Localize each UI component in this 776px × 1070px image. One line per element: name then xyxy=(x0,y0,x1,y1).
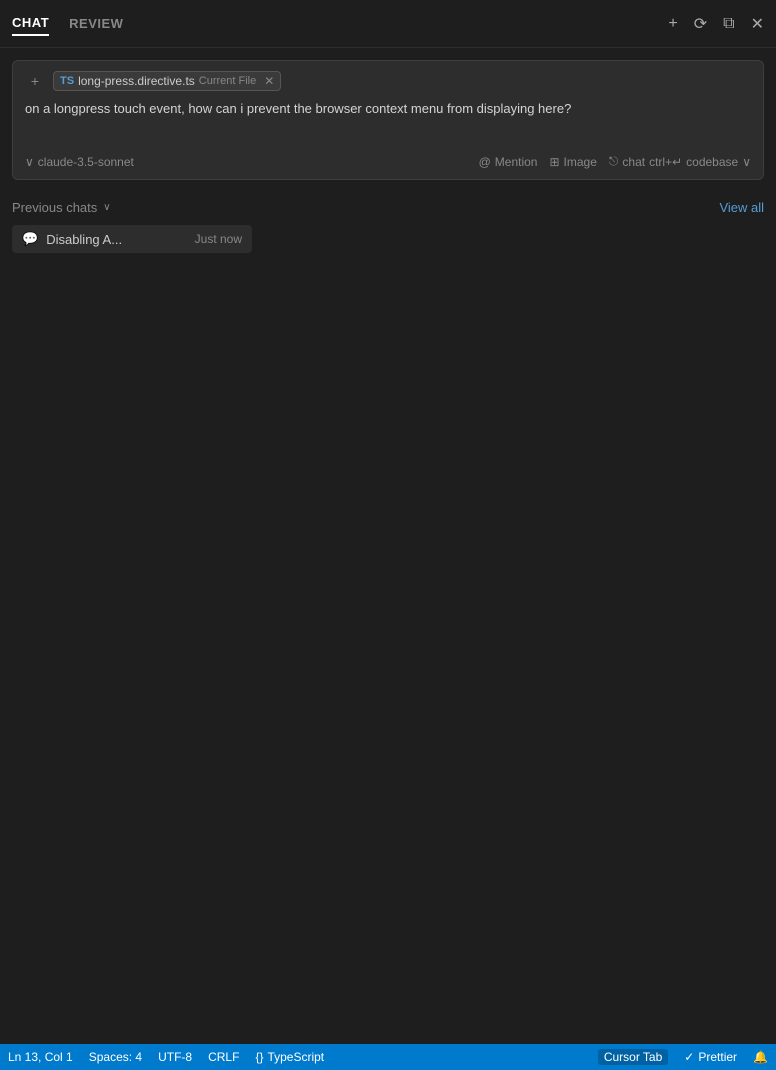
file-tag-close-button[interactable]: ✕ xyxy=(264,74,274,88)
language-icon: {} xyxy=(255,1050,263,1064)
status-bar-right: Cursor Tab ✓ Prettier 🔔 xyxy=(598,1049,768,1065)
language-label: TypeScript xyxy=(267,1050,324,1064)
status-language[interactable]: {} TypeScript xyxy=(255,1050,324,1064)
mention-icon: @ xyxy=(479,155,491,169)
image-icon: ⊞ xyxy=(549,155,559,169)
chat-history-item[interactable]: 💬 Disabling A... Just now xyxy=(12,225,252,253)
prettier-icon: ✓ xyxy=(684,1050,694,1064)
codebase-chevron: ∨ xyxy=(742,155,751,169)
chat-bubble-icon: 💬 xyxy=(22,231,38,247)
previous-chats-label: Previous chats xyxy=(12,200,97,215)
status-encoding[interactable]: UTF-8 xyxy=(158,1050,192,1064)
add-chat-icon[interactable]: + xyxy=(668,15,677,33)
file-tag-filename: long-press.directive.ts xyxy=(78,74,195,88)
nav-actions: + ⟳ ⧉ ✕ xyxy=(668,14,764,34)
previous-chats-chevron: ∨ xyxy=(103,202,110,213)
codebase-button[interactable]: ⎋ chat ctrl+↵ codebase ∨ xyxy=(609,154,751,169)
chat-input-header: + TS long-press.directive.ts Current Fil… xyxy=(25,71,751,91)
main-content: + TS long-press.directive.ts Current Fil… xyxy=(0,48,776,1044)
status-line-ending[interactable]: CRLF xyxy=(208,1050,239,1064)
previous-chats-title[interactable]: Previous chats ∨ xyxy=(12,200,111,215)
model-selector[interactable]: ∨ claude-3.5-sonnet xyxy=(25,155,134,169)
tab-chat[interactable]: CHAT xyxy=(12,11,49,36)
chat-submit-icon: ⎋ xyxy=(609,154,619,169)
model-label: claude-3.5-sonnet xyxy=(38,155,134,169)
chat-input-footer: ∨ claude-3.5-sonnet @ Mention ⊞ Image ⎋ … xyxy=(25,154,751,169)
bell-icon[interactable]: 🔔 xyxy=(753,1050,768,1064)
file-tag-badge: Current File xyxy=(199,75,256,87)
status-spaces[interactable]: Spaces: 4 xyxy=(89,1050,142,1064)
cursor-tab-badge[interactable]: Cursor Tab xyxy=(598,1049,668,1065)
prettier-name: Prettier xyxy=(698,1050,737,1064)
status-position[interactable]: Ln 13, Col 1 xyxy=(8,1050,73,1064)
chat-history-title: Disabling A... xyxy=(46,232,186,247)
mention-label: Mention xyxy=(495,155,538,169)
add-context-button[interactable]: + xyxy=(25,71,45,91)
mention-button[interactable]: @ Mention xyxy=(479,155,538,169)
model-chevron: ∨ xyxy=(25,155,34,169)
status-bar: Ln 13, Col 1 Spaces: 4 UTF-8 CRLF {} Typ… xyxy=(0,1044,776,1070)
chat-text-input[interactable]: on a longpress touch event, how can i pr… xyxy=(25,99,751,143)
close-icon[interactable]: ✕ xyxy=(751,14,764,34)
previous-chats-header: Previous chats ∨ View all xyxy=(12,200,764,215)
history-icon[interactable]: ⟳ xyxy=(694,14,707,34)
shortcut-label: ctrl+↵ xyxy=(649,155,682,169)
chat-label: chat xyxy=(622,155,645,169)
file-tag[interactable]: TS long-press.directive.ts Current File … xyxy=(53,71,281,91)
file-tag-ts-label: TS xyxy=(60,75,74,87)
footer-actions: @ Mention ⊞ Image ⎋ chat ctrl+↵ codebase… xyxy=(479,154,751,169)
nav-tabs: CHAT REVIEW xyxy=(12,11,123,36)
previous-chats-section: Previous chats ∨ View all 💬 Disabling A.… xyxy=(12,200,764,253)
view-all-button[interactable]: View all xyxy=(719,200,764,215)
codebase-label: codebase xyxy=(686,155,738,169)
image-button[interactable]: ⊞ Image xyxy=(549,155,596,169)
chat-input-container: + TS long-press.directive.ts Current Fil… xyxy=(12,60,764,180)
tab-review[interactable]: REVIEW xyxy=(69,12,123,35)
split-icon[interactable]: ⧉ xyxy=(723,15,734,33)
image-label: Image xyxy=(564,155,597,169)
prettier-label[interactable]: ✓ Prettier xyxy=(684,1050,737,1064)
top-nav: CHAT REVIEW + ⟳ ⧉ ✕ xyxy=(0,0,776,48)
chat-history-time: Just now xyxy=(195,232,242,246)
